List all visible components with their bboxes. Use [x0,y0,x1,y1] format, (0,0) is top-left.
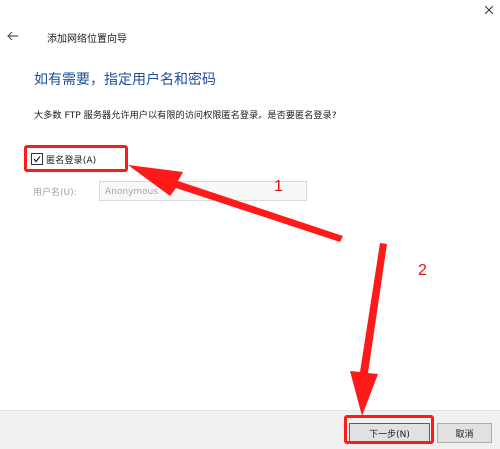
back-button[interactable] [4,26,22,46]
annotation-arrows [128,165,387,416]
window-title: 添加网络位置向导 [47,34,127,45]
page-description: 大多数 FTP 服务器允许用户以有限的访问权限匿名登录。是否要匿名登录? [34,110,337,121]
close-icon [485,6,493,14]
username-label: 用户名(U): [33,187,77,198]
annotation-box-checkbox [24,145,128,172]
annotation-number-2: 2 [418,262,427,279]
username-row: 用户名(U): Anonymous [33,181,307,201]
add-network-location-wizard: 添加网络位置向导 如有需要，指定用户名和密码 大多数 FTP 服务器允许用户以有… [0,0,500,449]
annotation-box-next [344,415,434,444]
annotation-number-1: 1 [274,178,283,195]
close-button[interactable] [478,0,500,20]
annotation-arrow-1 [128,165,343,242]
page-heading: 如有需要，指定用户名和密码 [34,72,216,88]
wizard-header: 添加网络位置向导 [0,26,500,48]
cancel-button[interactable]: 取消 [437,423,492,443]
back-arrow-icon [7,31,18,41]
annotation-arrow-2 [350,243,387,416]
